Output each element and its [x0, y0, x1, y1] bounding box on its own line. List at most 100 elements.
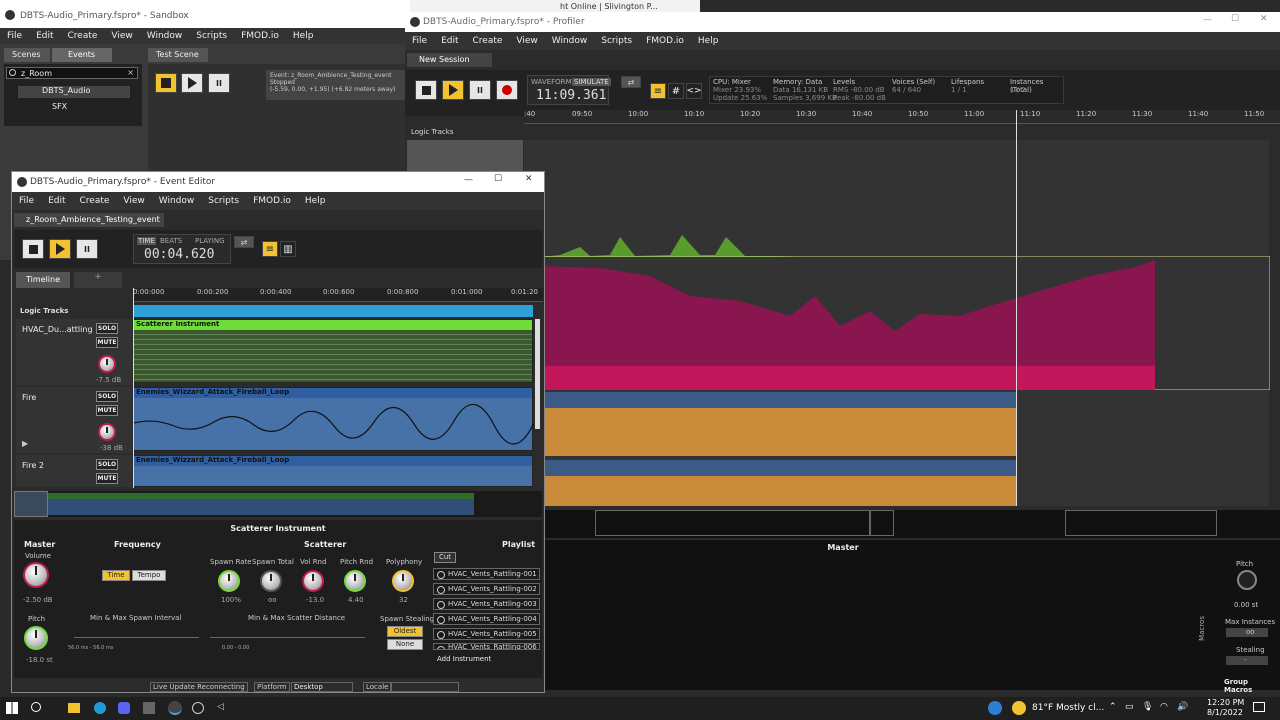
- menu-scripts[interactable]: Scripts: [594, 36, 639, 46]
- editor-overview[interactable]: [14, 491, 542, 517]
- menu-file[interactable]: File: [405, 36, 434, 46]
- overview-strip[interactable]: [543, 510, 1280, 538]
- menu-file[interactable]: File: [0, 31, 29, 41]
- weather-text[interactable]: 81°F Mostly cl...: [1032, 703, 1104, 713]
- time-toggle[interactable]: Time: [102, 570, 130, 581]
- tree-item-sfx[interactable]: SFX: [28, 102, 128, 114]
- microphone-icon[interactable]: 🎙: [1142, 702, 1153, 712]
- solo-button[interactable]: SOLO: [96, 391, 118, 402]
- expand-icon[interactable]: ▶: [22, 439, 28, 448]
- fmod-icon[interactable]: [168, 701, 182, 715]
- notification-icon[interactable]: [1253, 702, 1265, 712]
- stealing-select[interactable]: -: [1226, 656, 1268, 665]
- platform-select[interactable]: Desktop: [291, 682, 353, 692]
- list-view-icon[interactable]: ≡: [262, 241, 278, 257]
- vol-rnd-knob[interactable]: [302, 570, 324, 592]
- minimize-button[interactable]: —: [1203, 15, 1212, 25]
- code-view-icon[interactable]: <>: [686, 83, 702, 99]
- close-button[interactable]: ✕: [1260, 14, 1268, 24]
- minimize-button[interactable]: —: [464, 175, 473, 185]
- network-icon[interactable]: ▭: [1125, 702, 1134, 712]
- mute-button[interactable]: MUTE: [96, 337, 118, 348]
- mute-button[interactable]: MUTE: [96, 473, 118, 484]
- tempo-toggle[interactable]: Tempo: [132, 570, 166, 581]
- menu-edit[interactable]: Edit: [41, 196, 72, 206]
- session-tab[interactable]: New Session: [407, 53, 492, 67]
- profiler-ruler[interactable]: :40 09:50 10:00 10:10 10:20 10:30 10:40 …: [524, 110, 1280, 124]
- pitch-knob[interactable]: [1237, 570, 1257, 590]
- grid-view-icon[interactable]: ▥: [280, 241, 296, 257]
- playlist-item[interactable]: HVAC_Vents_Rattling-002: [433, 583, 540, 595]
- add-tab-button[interactable]: +: [74, 272, 122, 288]
- menu-create[interactable]: Create: [466, 36, 510, 46]
- max-instances-field[interactable]: oo: [1226, 628, 1268, 637]
- live-update-status[interactable]: Live Update Reconnecting: [150, 682, 248, 692]
- playlist-item[interactable]: HVAC_Vents_Rattling-003: [433, 598, 540, 610]
- close-icon[interactable]: ×: [127, 68, 134, 77]
- help-icon[interactable]: [988, 701, 1002, 715]
- audio-region[interactable]: Enemies_Wizzard_Attack_Fireball_Loop: [133, 455, 533, 487]
- pause-button[interactable]: II: [469, 80, 491, 100]
- stop-button[interactable]: [415, 80, 437, 100]
- tree-item-root[interactable]: DBTS_Audio: [18, 86, 130, 98]
- pause-button[interactable]: II: [208, 73, 230, 93]
- play-button[interactable]: [442, 80, 464, 100]
- volume-knob[interactable]: [98, 355, 116, 373]
- loop-icon[interactable]: ⇄: [621, 76, 641, 88]
- menu-create[interactable]: Create: [73, 196, 117, 206]
- menu-window[interactable]: Window: [140, 31, 190, 41]
- maximize-button[interactable]: ☐: [1231, 14, 1239, 24]
- menu-window[interactable]: Window: [152, 196, 202, 206]
- windows-start-icon[interactable]: [6, 702, 18, 714]
- menu-view[interactable]: View: [509, 36, 544, 46]
- none-button[interactable]: None: [387, 639, 423, 650]
- menu-create[interactable]: Create: [61, 31, 105, 41]
- scatter-distance-slider[interactable]: [210, 628, 365, 638]
- tab-timeline[interactable]: Timeline: [16, 272, 70, 288]
- cut-button[interactable]: Cut: [434, 552, 456, 563]
- menu-fmodio[interactable]: FMOD.io: [234, 31, 286, 41]
- pitch-rnd-knob[interactable]: [344, 570, 366, 592]
- solo-button[interactable]: SOLO: [96, 323, 118, 334]
- volume-icon[interactable]: 🔊: [1177, 702, 1188, 712]
- scatterer-region[interactable]: Scatterer Instrument: [133, 319, 533, 383]
- menu-fmodio[interactable]: FMOD.io: [639, 36, 691, 46]
- menu-scripts[interactable]: Scripts: [189, 31, 234, 41]
- tab-scenes[interactable]: Scenes: [4, 48, 50, 62]
- app-icon[interactable]: [143, 702, 155, 714]
- loop-icon[interactable]: ⇄: [234, 236, 254, 248]
- chevron-up-icon[interactable]: ⌃: [1109, 702, 1117, 712]
- menu-view[interactable]: View: [104, 31, 139, 41]
- editor-ruler[interactable]: 0:00:000 0:00:200 0:00:400 0:00:600 0:00…: [133, 288, 543, 302]
- menu-scripts[interactable]: Scripts: [201, 196, 246, 206]
- menu-edit[interactable]: Edit: [434, 36, 465, 46]
- volume-knob[interactable]: [98, 423, 116, 441]
- menu-view[interactable]: View: [116, 196, 151, 206]
- add-instrument-button[interactable]: Add Instrument: [434, 655, 494, 666]
- menu-help[interactable]: Help: [298, 196, 333, 206]
- play-button[interactable]: [49, 239, 71, 259]
- menu-file[interactable]: File: [12, 196, 41, 206]
- oldest-button[interactable]: Oldest: [387, 626, 423, 637]
- file-explorer-icon[interactable]: [68, 703, 80, 713]
- timeline-scrollbar[interactable]: [535, 319, 540, 429]
- search-input[interactable]: z_Room ×: [6, 67, 138, 79]
- playlist-item[interactable]: HVAC_Vents_Rattling-001: [433, 568, 540, 580]
- volume-knob[interactable]: [23, 562, 49, 588]
- polyphony-knob[interactable]: [392, 570, 414, 592]
- event-tab[interactable]: z_Room_Ambience_Testing_event: [14, 213, 164, 227]
- solo-button[interactable]: SOLO: [96, 459, 118, 470]
- list-view-icon[interactable]: ≡: [650, 83, 666, 99]
- tab-events[interactable]: Events: [52, 48, 112, 62]
- close-button[interactable]: ✕: [525, 174, 533, 184]
- search-icon[interactable]: [31, 702, 41, 712]
- playlist-item[interactable]: HVAC_Vents_Rattling-006: [433, 643, 540, 650]
- app-icon[interactable]: ◁: [217, 702, 229, 714]
- playhead[interactable]: [133, 288, 134, 488]
- locale-select[interactable]: [391, 682, 459, 692]
- playlist-item[interactable]: HVAC_Vents_Rattling-004: [433, 613, 540, 625]
- stop-button[interactable]: [155, 73, 177, 93]
- menu-help[interactable]: Help: [286, 31, 321, 41]
- playhead[interactable]: [1016, 110, 1017, 506]
- stop-button[interactable]: [22, 239, 44, 259]
